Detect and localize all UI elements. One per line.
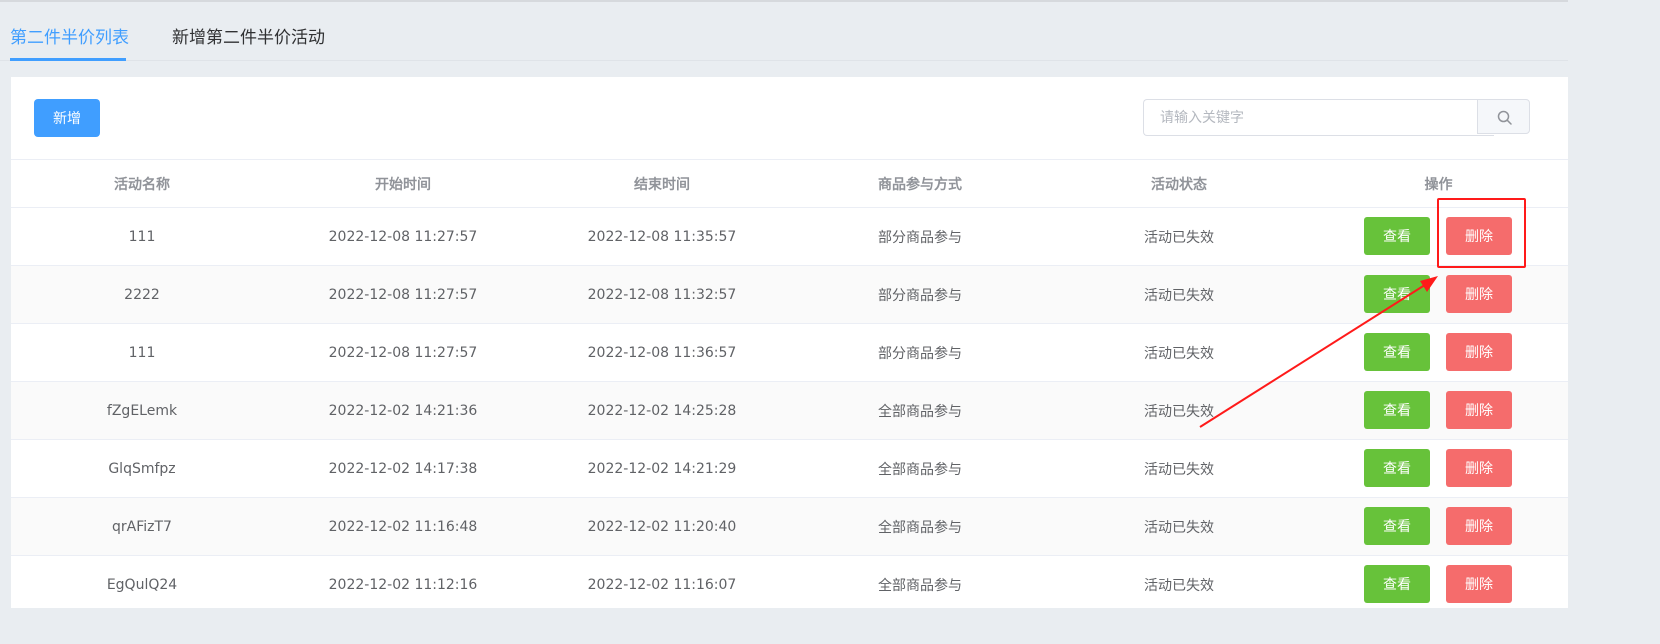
header-start-time: 开始时间 [375,176,431,193]
table-row: EgQulQ24 2022-12-02 11:12:16 2022-12-02 … [11,556,1568,608]
row-actions: 查看 删除 [1364,391,1514,429]
table-row: 111 2022-12-08 11:27:57 2022-12-08 11:36… [11,324,1568,382]
row-actions: 查看 删除 [1364,333,1514,371]
delete-button[interactable]: 删除 [1446,217,1512,255]
header-activity-status: 活动状态 [1151,176,1207,193]
tab-add-second-half-price-activity[interactable]: 新增第二件半价活动 [172,26,325,50]
cell-activity-status: 活动已失效 [1144,577,1214,594]
table-header: 活动名称 开始时间 结束时间 商品参与方式 活动状态 操作 [11,160,1568,208]
activity-table: 活动名称 开始时间 结束时间 商品参与方式 活动状态 操作 111 2022-1… [11,159,1568,608]
cell-activity-status: 活动已失效 [1144,519,1214,536]
delete-button[interactable]: 删除 [1446,565,1512,603]
add-button[interactable]: 新增 [34,99,100,137]
cell-end-time: 2022-12-08 11:32:57 [587,286,737,303]
row-actions: 查看 删除 [1364,565,1514,603]
cell-start-time: 2022-12-02 14:17:38 [328,460,478,477]
cell-activity-name: GlqSmfpz [108,460,176,477]
cell-start-time: 2022-12-08 11:27:57 [328,228,478,245]
cell-end-time: 2022-12-02 14:21:29 [587,460,737,477]
cell-participation-mode: 全部商品参与 [878,461,962,478]
cell-start-time: 2022-12-08 11:27:57 [328,286,478,303]
cell-activity-name: EgQulQ24 [106,576,178,593]
search-input[interactable] [1143,99,1494,136]
view-button[interactable]: 查看 [1364,275,1430,313]
view-button[interactable]: 查看 [1364,391,1430,429]
cell-activity-status: 活动已失效 [1144,345,1214,362]
tab-bar: 第二件半价列表 新增第二件半价活动 [0,2,1568,61]
cell-participation-mode: 全部商品参与 [878,577,962,594]
cell-participation-mode: 部分商品参与 [878,229,962,246]
cell-participation-mode: 全部商品参与 [878,403,962,420]
cell-end-time: 2022-12-02 11:16:07 [587,576,737,593]
view-button[interactable]: 查看 [1364,333,1430,371]
cell-activity-status: 活动已失效 [1144,461,1214,478]
cell-start-time: 2022-12-08 11:27:57 [328,344,478,361]
delete-button[interactable]: 删除 [1446,333,1512,371]
table-row: 2222 2022-12-08 11:27:57 2022-12-08 11:3… [11,266,1568,324]
cell-participation-mode: 部分商品参与 [878,345,962,362]
cell-end-time: 2022-12-02 14:25:28 [587,402,737,419]
cell-end-time: 2022-12-08 11:35:57 [587,228,737,245]
cell-end-time: 2022-12-02 11:20:40 [587,518,737,535]
table-row: fZgELemk 2022-12-02 14:21:36 2022-12-02 … [11,382,1568,440]
cell-activity-name: 2222 [124,286,160,303]
view-button[interactable]: 查看 [1364,507,1430,545]
cell-activity-name: 111 [128,344,156,361]
row-actions: 查看 删除 [1364,449,1514,487]
view-button[interactable]: 查看 [1364,217,1430,255]
cell-activity-name: qrAFizT7 [112,518,172,535]
delete-button[interactable]: 删除 [1446,275,1512,313]
row-actions: 查看 删除 [1364,217,1514,255]
cell-activity-name: fZgELemk [106,402,178,419]
search-icon [1497,110,1512,125]
table-row: GlqSmfpz 2022-12-02 14:17:38 2022-12-02 … [11,440,1568,498]
delete-button[interactable]: 删除 [1446,449,1512,487]
delete-button[interactable]: 删除 [1446,391,1512,429]
cell-participation-mode: 全部商品参与 [878,519,962,536]
row-actions: 查看 删除 [1364,275,1514,313]
search-group [1143,99,1531,136]
header-end-time: 结束时间 [634,176,690,193]
cell-start-time: 2022-12-02 14:21:36 [328,402,478,419]
delete-button[interactable]: 删除 [1446,507,1512,545]
search-button[interactable] [1477,99,1530,134]
cell-activity-status: 活动已失效 [1144,403,1214,420]
active-tab-indicator [10,58,126,61]
cell-activity-name: 111 [128,228,156,245]
cell-end-time: 2022-12-08 11:36:57 [587,344,737,361]
header-participation-mode: 商品参与方式 [878,176,962,193]
table-row: 111 2022-12-08 11:27:57 2022-12-08 11:35… [11,208,1568,266]
cell-start-time: 2022-12-02 11:16:48 [328,518,478,535]
content-card: 新增 活动名称 开始时间 结束时间 商品参与方式 活动状态 操作 111 202… [11,77,1568,608]
cell-activity-status: 活动已失效 [1144,287,1214,304]
view-button[interactable]: 查看 [1364,449,1430,487]
tab-second-half-price-list[interactable]: 第二件半价列表 [10,26,129,50]
table-row: qrAFizT7 2022-12-02 11:16:48 2022-12-02 … [11,498,1568,556]
header-actions: 操作 [1424,176,1453,193]
view-button[interactable]: 查看 [1364,565,1430,603]
row-actions: 查看 删除 [1364,507,1514,545]
cell-start-time: 2022-12-02 11:12:16 [328,576,478,593]
cell-activity-status: 活动已失效 [1144,229,1214,246]
header-activity-name: 活动名称 [114,176,170,193]
cell-participation-mode: 部分商品参与 [878,287,962,304]
